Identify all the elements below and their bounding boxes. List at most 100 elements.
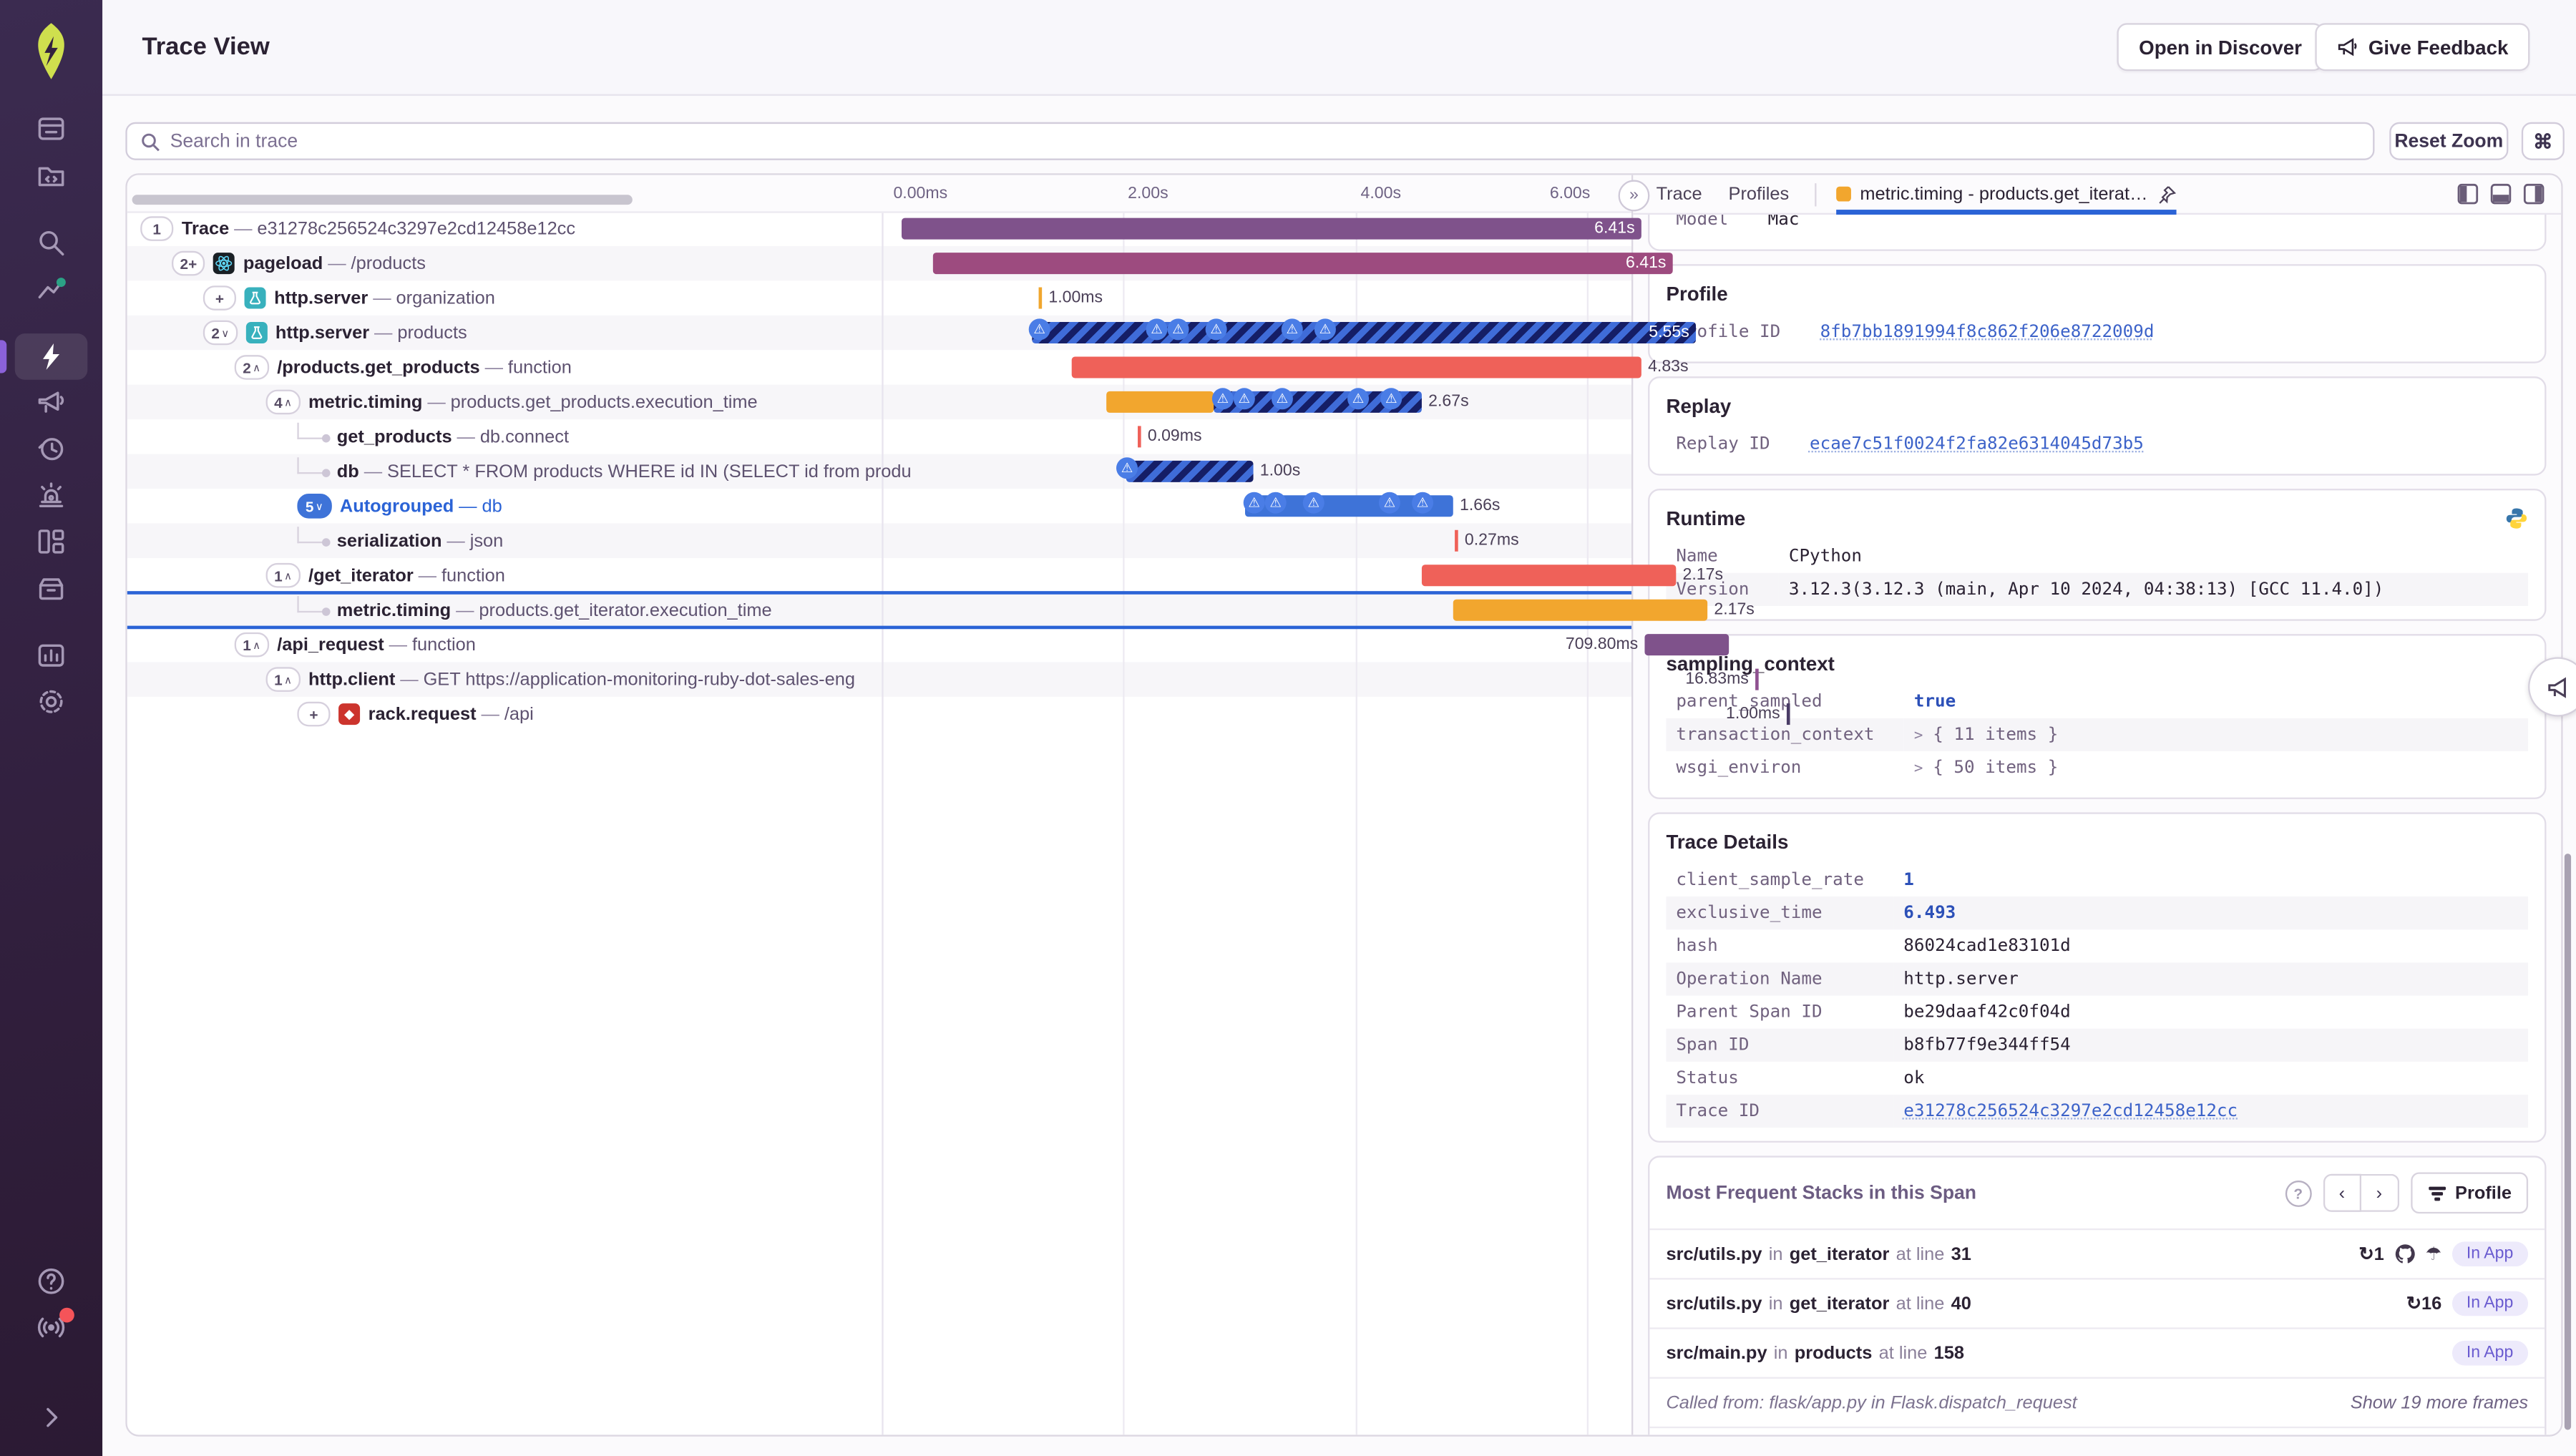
timeline-scrollbar[interactable] — [132, 195, 633, 205]
span-row[interactable]: 2 ∧/products.get_products — function 4.83s — [127, 350, 1689, 384]
sidebar-item-replays[interactable] — [15, 426, 88, 472]
span-row[interactable]: + ◆ rack.request —/api 1.00ms — [127, 697, 1790, 731]
expand-chip[interactable]: + — [297, 701, 331, 727]
stack-frame-row[interactable]: Called from: flask/app.py in Flask.dispa… — [1649, 1377, 2545, 1427]
sidebar-item-collapse[interactable] — [15, 1394, 88, 1440]
stack-frame-row[interactable]: src/utils.py in get_iterator at line 31 ↻1 ☂ In… — [1649, 1228, 2545, 1278]
span-duration-bar[interactable] — [1138, 426, 1141, 448]
sidebar-item-projects[interactable] — [15, 152, 88, 198]
sidebar-item-issues[interactable] — [15, 106, 88, 152]
expand-chip[interactable]: + — [203, 285, 237, 311]
span-row[interactable]: db — SELECT * FROM products WHERE id IN (S… — [127, 454, 1632, 489]
warning-icon[interactable]: ⚠ — [1412, 492, 1434, 514]
expand-chip[interactable]: 1 ∧ — [265, 562, 301, 588]
sidebar-item-settings[interactable] — [15, 678, 88, 725]
expand-chip[interactable]: 2 ∧ — [234, 355, 269, 380]
span-row[interactable]: + http.server — organization 1.00ms — [127, 280, 1631, 315]
show-more-frames-link[interactable]: Show 19 more frames — [2351, 1393, 2528, 1413]
sidebar-item-dashboards[interactable] — [15, 519, 88, 565]
warning-icon[interactable]: ⚠ — [1314, 318, 1336, 341]
span-duration-bar[interactable] — [932, 253, 1673, 275]
warning-icon[interactable]: ⚠ — [1264, 492, 1287, 514]
span-duration-bar[interactable] — [1755, 668, 1759, 690]
expand-chip[interactable]: 2+ — [172, 250, 205, 276]
dock-left-icon[interactable] — [2457, 183, 2479, 205]
panel-collapse-button[interactable]: » — [1618, 180, 1650, 212]
sidebar-item-traces[interactable] — [0, 333, 88, 380]
span-row[interactable]: 4 ∧ metric.timing — products.get_products.ex… — [127, 384, 1632, 420]
tab-trace[interactable]: Trace — [1657, 184, 1702, 204]
warning-icon[interactable]: ⚠ — [1205, 318, 1227, 341]
page-scrollbar[interactable] — [2564, 854, 2572, 1430]
command-key-button[interactable]: ⌘ — [2521, 122, 2565, 160]
span-duration-bar[interactable] — [1455, 529, 1458, 552]
span-row[interactable]: metric.timing — products.get_iterator.exec… — [127, 591, 1755, 630]
expand-chip[interactable]: 1 ∧ — [265, 667, 301, 692]
span-row[interactable]: 1 ∧/api_request — function 709.80ms — [127, 627, 1729, 662]
stack-frame-row[interactable]: src/main.py in products at line 158 In App — [1649, 1327, 2545, 1377]
open-in-discover-button[interactable]: Open in Discover — [2117, 23, 2323, 72]
prev-stack-button[interactable]: ‹ — [2323, 1173, 2361, 1212]
sidebar-item-insights[interactable] — [15, 266, 88, 313]
sidebar-item-help[interactable] — [15, 1258, 88, 1304]
span-duration-bar[interactable] — [1644, 634, 1729, 656]
warning-icon[interactable]: ⚠ — [1271, 388, 1293, 410]
tab-profiles[interactable]: Profiles — [1729, 184, 1790, 204]
span-row[interactable]: serialization — json 0.27ms — [127, 523, 1632, 559]
warning-icon[interactable]: ⚠ — [1347, 388, 1370, 410]
next-stack-button[interactable]: › — [2361, 1173, 2399, 1212]
help-icon[interactable]: ? — [2285, 1179, 2312, 1206]
warning-icon[interactable]: ⚠ — [1116, 457, 1138, 479]
span-row[interactable]: 5 ∨ Autogrouped — db ⚠ ⚠ ⚠ ⚠ ⚠ 1.66s — [127, 489, 1631, 523]
span-duration-bar[interactable] — [1453, 599, 1708, 621]
span-duration-bar[interactable] — [1786, 703, 1790, 725]
span-row[interactable]: 2+ pageload —/products 6.41s — [127, 245, 1673, 281]
span-duration-bar[interactable] — [1071, 356, 1641, 378]
row-value[interactable]: e31278c256524c3297e2cd12458e12cc — [1893, 1095, 2529, 1128]
expand-chip[interactable]: 2 ∨ — [203, 320, 238, 346]
span-row[interactable]: 1 ∧ http.client — GET https://application-mo… — [127, 662, 1759, 697]
warning-icon[interactable]: ⚠ — [1378, 492, 1400, 514]
warning-icon[interactable]: ⚠ — [1243, 492, 1265, 514]
span-duration-bar[interactable] — [1032, 322, 1697, 344]
span-duration-bar[interactable] — [1126, 460, 1254, 482]
span-duration-bar[interactable] — [1038, 287, 1043, 309]
span-row[interactable]: 2 ∨ http.server — products ⚠ ⚠ ⚠ ⚠ ⚠ ⚠ 5.55s — [127, 315, 1697, 351]
warning-icon[interactable]: ⚠ — [1028, 318, 1050, 341]
dock-right-icon[interactable] — [2523, 183, 2545, 205]
sidebar-item-whats-new[interactable] — [15, 1304, 88, 1351]
sidebar-item-stats[interactable] — [15, 632, 88, 679]
sidebar-item-feedback[interactable] — [15, 380, 88, 426]
tab-active-span[interactable]: metric.timing - products.get_iterat… — [1837, 175, 2177, 215]
warning-icon[interactable]: ⚠ — [1146, 318, 1168, 341]
stack-frame-row[interactable]: gunicornin<module>at line8In App — [1649, 1426, 2545, 1435]
dock-bottom-icon[interactable] — [2490, 183, 2512, 205]
expand-chip[interactable]: 5 ∨ — [297, 494, 332, 519]
row-value[interactable]: >{ 11 items } — [1904, 718, 2529, 752]
span-row[interactable]: 1 Trace — e31278c256524c3297e2cd12458e12cc 6… — [127, 211, 1641, 245]
span-duration-bar[interactable] — [902, 218, 1641, 240]
sidebar-item-explore[interactable] — [15, 220, 88, 266]
warning-icon[interactable]: ⚠ — [1302, 492, 1324, 514]
pin-icon[interactable] — [2156, 184, 2176, 204]
row-value[interactable]: >{ 50 items } — [1904, 751, 2528, 784]
give-feedback-button[interactable]: Give Feedback — [2316, 23, 2530, 72]
codeowners-icon[interactable]: ☂ — [2425, 1244, 2441, 1265]
span-duration-bar[interactable] — [1421, 565, 1677, 587]
span-row[interactable]: 1 ∧/get_iterator — function 2.17s — [127, 558, 1723, 592]
sidebar-item-alerts[interactable] — [15, 472, 88, 519]
github-icon[interactable] — [2394, 1244, 2416, 1265]
profile-button[interactable]: Profile — [2410, 1172, 2529, 1214]
stack-frame-row[interactable]: src/utils.py in get_iterator at line 40 ↻16 In… — [1649, 1278, 2545, 1327]
row-value[interactable]: 8fb7bb1891994f8c862f206e8722009d — [1810, 316, 2528, 348]
span-row[interactable]: get_products — db.connect 0.09ms — [127, 419, 1631, 454]
reset-zoom-button[interactable]: Reset Zoom — [2389, 122, 2509, 160]
sentry-logo-icon[interactable] — [26, 21, 76, 81]
warning-icon[interactable]: ⚠ — [1281, 318, 1303, 341]
expand-chip[interactable]: 1 ∧ — [234, 632, 269, 658]
row-value[interactable]: ecae7c51f0024f2fa82e6314045d73b5 — [1800, 428, 2528, 461]
expand-chip[interactable]: 1 — [140, 216, 174, 241]
warning-icon[interactable]: ⚠ — [1211, 388, 1234, 410]
search-input[interactable]: Search in trace — [125, 122, 2375, 160]
span-duration-bar[interactable] — [1106, 391, 1214, 413]
